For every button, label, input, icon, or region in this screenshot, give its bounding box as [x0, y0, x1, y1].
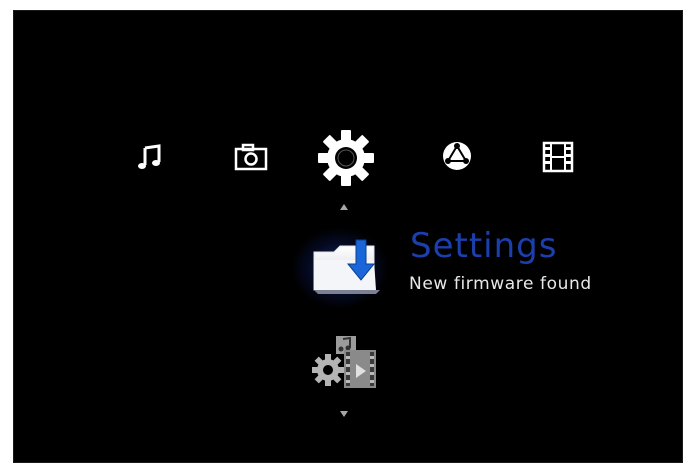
network-icon[interactable]: [440, 140, 474, 172]
media-settings-icon[interactable]: [310, 334, 382, 392]
item-title: Settings: [410, 226, 558, 266]
scroll-down-arrow-icon[interactable]: [340, 411, 348, 417]
scroll-up-arrow-icon[interactable]: [340, 204, 348, 210]
item-subtitle: New firmware found: [409, 274, 592, 294]
settings-icon[interactable]: [316, 128, 376, 188]
firmware-update-icon[interactable]: [310, 238, 384, 296]
music-icon[interactable]: [136, 143, 164, 171]
photo-icon[interactable]: [234, 142, 268, 172]
video-icon[interactable]: [541, 141, 575, 173]
